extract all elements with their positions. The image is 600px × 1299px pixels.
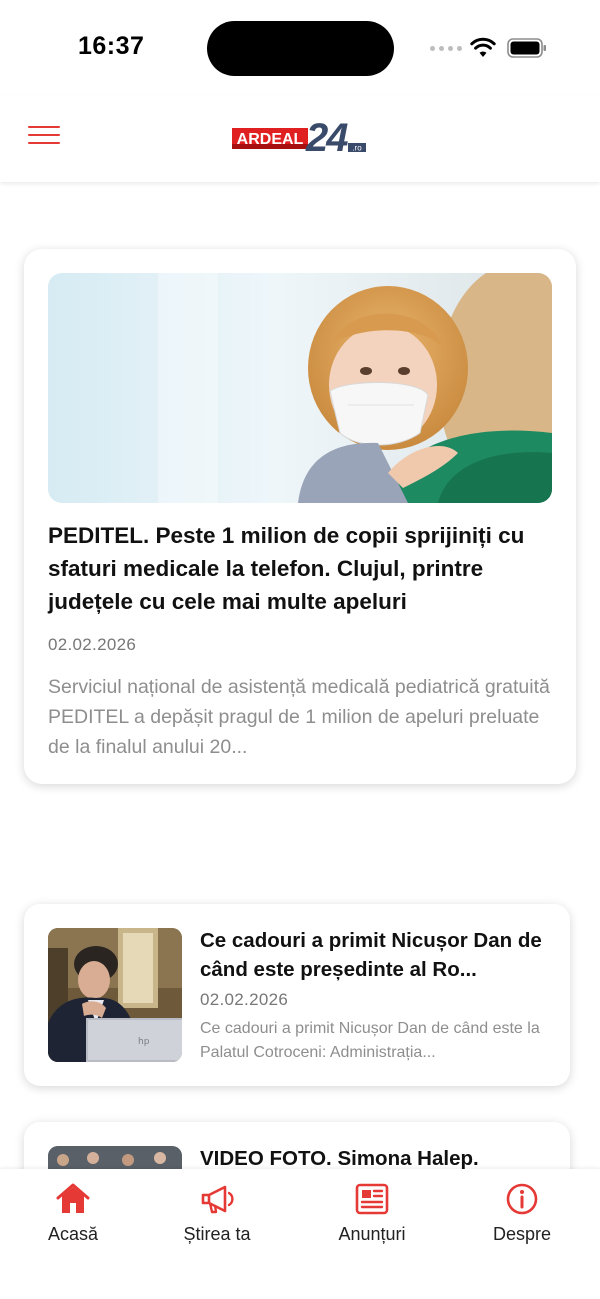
battery-icon: [507, 38, 546, 58]
tab-stirea-ta[interactable]: Știrea ta: [152, 1181, 282, 1251]
status-time: 16:37: [78, 32, 145, 60]
logo-suffix-text: .ro: [352, 144, 362, 153]
article-thumbnail: [48, 1146, 182, 1169]
article-title[interactable]: VIDEO FOTO. Simona Halep.: [200, 1144, 548, 1169]
logo-number-text: 24: [305, 116, 348, 156]
featured-article-image: [48, 273, 552, 503]
newspaper-icon: [355, 1183, 389, 1215]
app-header: ARDEAL 24 .ro: [0, 96, 600, 182]
featured-article-card[interactable]: PEDITEL. Peste 1 milion de copii sprijin…: [24, 249, 576, 784]
featured-article-title[interactable]: PEDITEL. Peste 1 milion de copii sprijin…: [48, 519, 558, 618]
featured-article-excerpt: Serviciul național de asistență medicală…: [48, 676, 550, 758]
article-card[interactable]: hp Ce cadouri a primit Nicușor Dan de câ…: [24, 904, 570, 1086]
news-feed[interactable]: PEDITEL. Peste 1 milion de copii sprijin…: [0, 182, 600, 1169]
status-bar: 16:37: [0, 0, 600, 96]
logo-brand-text: ARDEAL: [237, 131, 304, 148]
tab-label: Știrea ta: [183, 1224, 251, 1244]
svg-text:hp: hp: [138, 1037, 150, 1047]
tab-despre[interactable]: Despre: [457, 1181, 587, 1251]
home-icon: [56, 1183, 90, 1213]
dynamic-island: [207, 21, 394, 76]
article-excerpt: Ce cadouri a primit Nicușor Dan de când …: [200, 1020, 540, 1061]
featured-article-date: 02.02.2026: [48, 635, 137, 654]
tab-anunturi[interactable]: Anunțuri: [307, 1181, 437, 1251]
article-title[interactable]: Ce cadouri a primit Nicușor Dan de când …: [200, 926, 548, 984]
article-thumbnail: hp: [48, 928, 182, 1062]
article-date: 02.02.2026: [200, 990, 289, 1009]
tab-label: Acasă: [47, 1224, 99, 1244]
info-icon: [506, 1183, 538, 1215]
wifi-icon: [470, 37, 496, 57]
hamburger-menu-button[interactable]: [26, 122, 62, 148]
tab-label: Anunțuri: [338, 1224, 406, 1244]
app-screen: 16:37 ARDEAL 24 .ro PEDITEL. Peste 1 mil…: [0, 0, 600, 1299]
article-card[interactable]: VIDEO FOTO. Simona Halep.: [24, 1122, 570, 1169]
ardeal24-logo[interactable]: ARDEAL 24 .ro: [230, 114, 370, 156]
megaphone-icon: [201, 1185, 234, 1214]
cellular-signal-icon: [430, 46, 462, 51]
tab-label: Despre: [492, 1224, 552, 1244]
bottom-tab-bar: Acasă Știrea ta Anunțuri Despre: [0, 1169, 600, 1299]
tab-acasa[interactable]: Acasă: [8, 1181, 138, 1251]
